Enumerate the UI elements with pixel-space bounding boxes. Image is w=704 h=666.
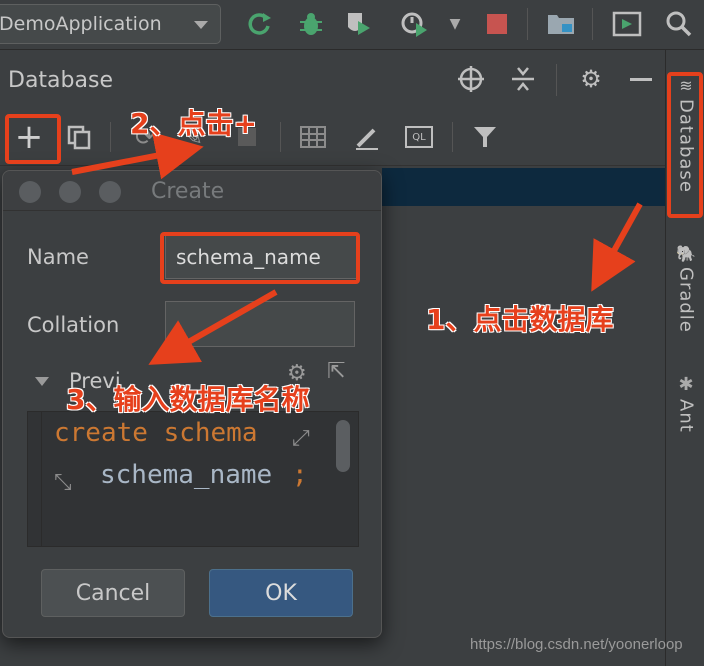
selected-tree-row[interactable]: [382, 168, 665, 206]
highlight-add-button: [5, 114, 61, 164]
chevron-down-icon[interactable]: [35, 377, 49, 386]
project-structure-icon[interactable]: [546, 8, 576, 40]
highlight-database-tab: [667, 72, 703, 218]
copy-icon[interactable]: [62, 120, 96, 154]
filter-icon[interactable]: [468, 120, 502, 154]
stripe-tab-ant[interactable]: ✱ Ant: [670, 374, 702, 433]
expand-icon[interactable]: ⤢: [292, 426, 310, 451]
stripe-tab-label: Gradle: [675, 267, 697, 333]
toolbar-divider: [452, 122, 453, 152]
minimize-window-button[interactable]: [59, 181, 81, 203]
run-configuration-label: DemoApplication: [0, 13, 162, 35]
panel-title: Database: [8, 68, 113, 93]
annotation-step2: 2、点击+: [130, 107, 257, 140]
dialog-title: Create: [151, 179, 225, 204]
collation-label: Collation: [27, 313, 120, 337]
highlight-name-input: [160, 232, 360, 284]
close-window-button[interactable]: [19, 181, 41, 203]
vertical-scrollbar[interactable]: [336, 420, 350, 472]
pen-icon[interactable]: [350, 120, 384, 154]
gear-icon[interactable]: ⚙: [576, 64, 606, 94]
terminal-icon[interactable]: [612, 8, 642, 40]
chevron-down-icon: [194, 21, 208, 29]
annotation-step3: 3、输入数据库名称: [66, 383, 310, 416]
popout-icon[interactable]: ⇱: [327, 359, 345, 384]
chevron-down-icon[interactable]: ▼: [440, 8, 470, 40]
ql-console-icon[interactable]: QL: [402, 120, 436, 154]
cancel-button[interactable]: Cancel: [41, 569, 185, 617]
code-identifier: schema_name: [100, 460, 273, 490]
collapse-all-icon[interactable]: [508, 64, 538, 94]
arrow-step1: [591, 202, 643, 292]
bug-icon[interactable]: [296, 8, 326, 40]
run-configuration-dropdown[interactable]: DemoApplication: [0, 4, 221, 44]
collation-input[interactable]: [165, 301, 355, 347]
ql-label: QL: [405, 126, 433, 148]
ant-icon: ✱: [678, 374, 694, 395]
toolbar-divider: [556, 64, 557, 96]
code-semicolon: ;: [292, 460, 308, 490]
name-label: Name: [27, 245, 89, 269]
main-toolbar: DemoApplication ▼: [0, 0, 704, 50]
profiler-icon[interactable]: [400, 8, 430, 40]
search-icon[interactable]: [664, 8, 694, 40]
editor-gutter: [28, 412, 42, 546]
stripe-tab-gradle[interactable]: 🐘 Gradle: [670, 244, 702, 333]
stop-icon[interactable]: [482, 8, 512, 40]
rerun-icon[interactable]: [245, 8, 275, 40]
zoom-window-button[interactable]: [99, 181, 121, 203]
gradle-icon: 🐘: [676, 244, 696, 263]
collapse-icon[interactable]: ⤡: [54, 470, 72, 495]
toolbar-divider: [527, 8, 528, 40]
crosshair-icon[interactable]: [456, 64, 486, 94]
stripe-tab-label: Ant: [675, 399, 697, 433]
coverage-icon[interactable]: [344, 8, 374, 40]
watermark: https://blog.csdn.net/yoonerloop: [470, 636, 683, 653]
database-panel-header: Database ⚙: [0, 50, 665, 110]
sql-preview: create schema ⤢ ⤡ schema_name ;: [27, 411, 359, 547]
toolbar-divider: [110, 122, 111, 152]
minimize-icon[interactable]: [626, 64, 656, 94]
toolbar-divider: [592, 8, 593, 40]
dialog-titlebar: Create: [3, 171, 381, 211]
database-toolbar: + ⟳ ✎ QL: [0, 110, 665, 166]
ok-button[interactable]: OK: [209, 569, 353, 617]
table-icon[interactable]: [296, 120, 330, 154]
code-keyword: create schema: [54, 418, 258, 448]
toolbar-divider: [280, 122, 281, 152]
annotation-step1: 1、点击数据库: [426, 303, 614, 336]
